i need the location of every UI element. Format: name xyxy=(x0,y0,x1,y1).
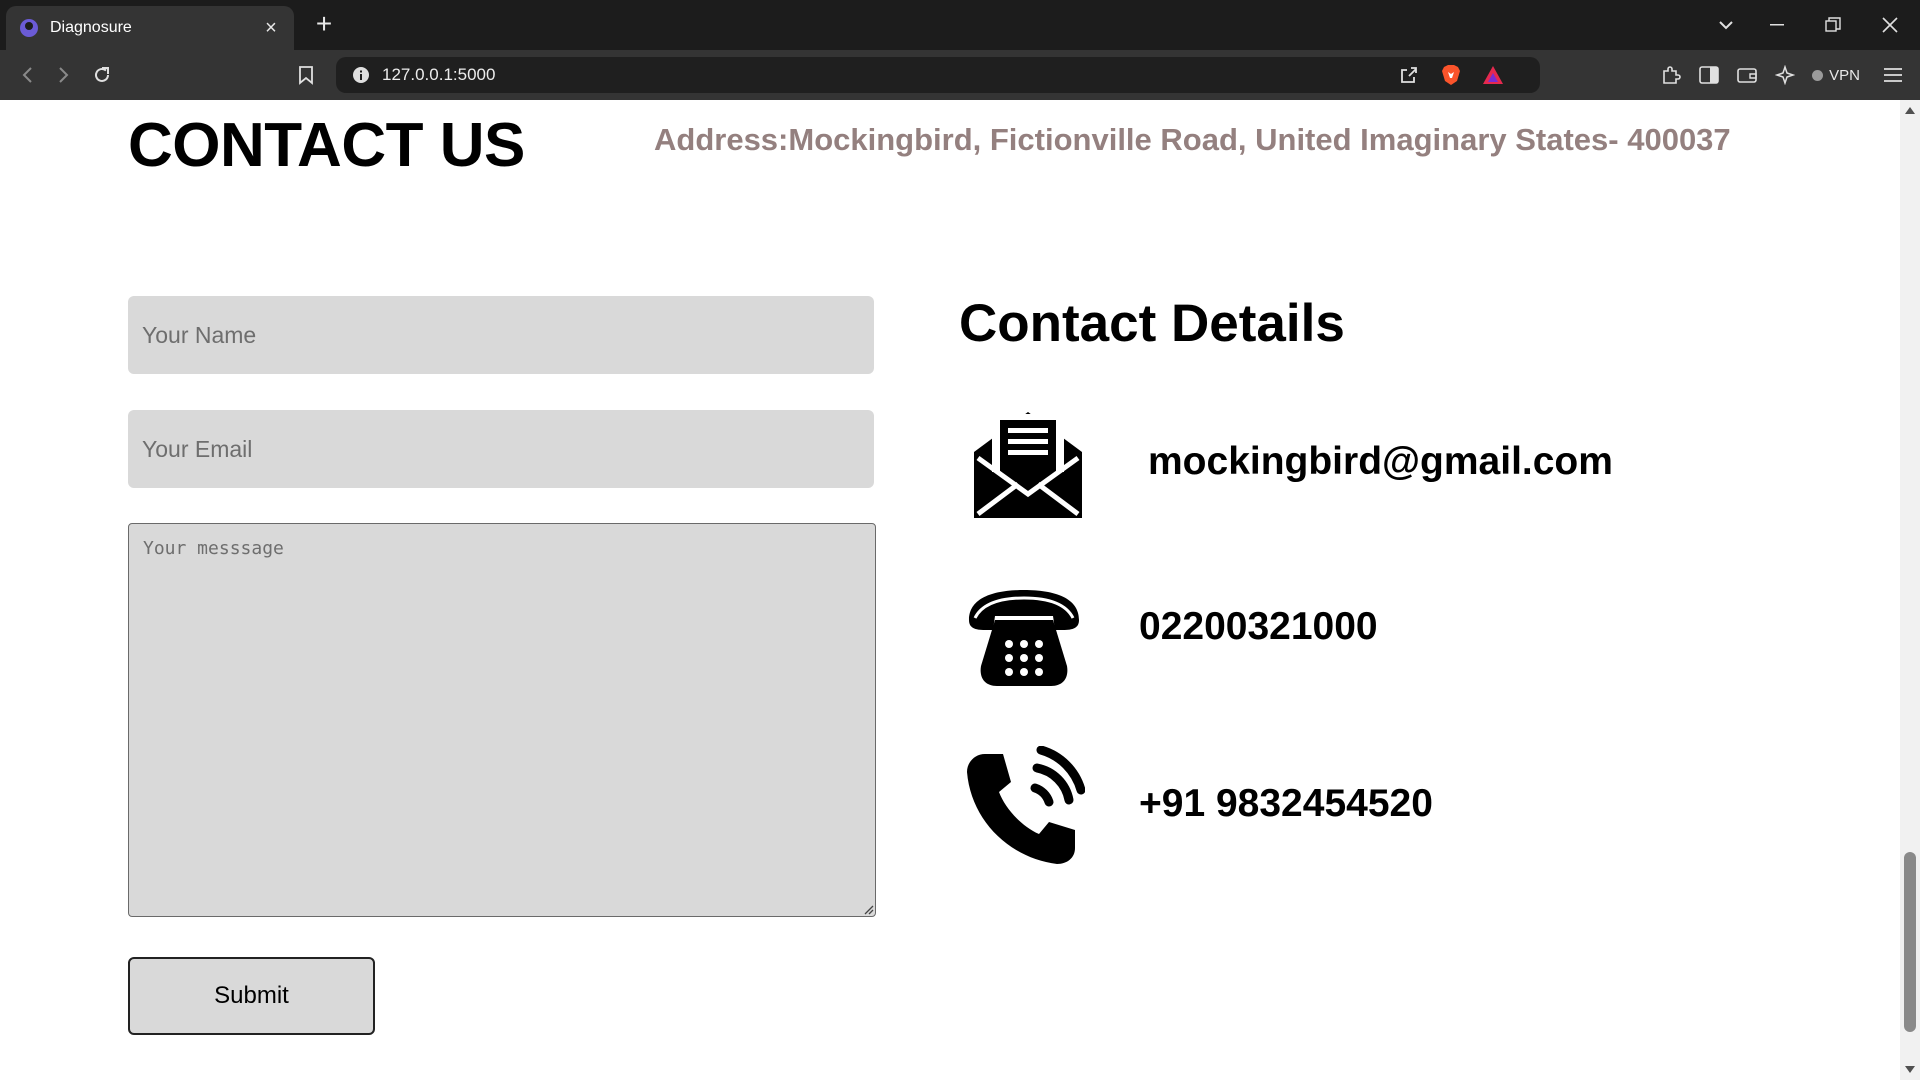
contact-landline: 02200321000 xyxy=(1139,605,1378,648)
resize-grip-icon[interactable] xyxy=(862,903,874,915)
address-text: Address:Mockingbird, Fictionville Road, … xyxy=(654,122,1731,157)
new-tab-button[interactable]: + xyxy=(310,8,338,40)
site-info-icon[interactable] xyxy=(346,60,376,90)
message-textarea[interactable] xyxy=(128,523,876,917)
page-title: CONTACT US xyxy=(128,111,525,180)
restore-window-icon[interactable] xyxy=(1805,0,1861,50)
contact-details-title: Contact Details xyxy=(959,294,1345,353)
menu-icon[interactable] xyxy=(1878,60,1908,90)
extensions-icon[interactable] xyxy=(1656,60,1686,90)
contact-mobile: +91 9832454520 xyxy=(1139,782,1433,825)
vpn-status-icon xyxy=(1812,69,1824,81)
brave-rewards-icon[interactable] xyxy=(1478,60,1508,90)
name-input[interactable] xyxy=(128,296,874,374)
vpn-button[interactable]: VPN xyxy=(1806,60,1866,90)
submit-button[interactable]: Submit xyxy=(128,957,375,1035)
browser-tab[interactable]: Diagnosure × xyxy=(6,6,294,50)
leo-ai-icon[interactable] xyxy=(1770,60,1800,90)
share-icon[interactable] xyxy=(1394,60,1424,90)
wallet-icon[interactable] xyxy=(1732,60,1762,90)
url-text: 127.0.0.1:5000 xyxy=(382,65,496,84)
site-favicon-icon xyxy=(20,19,38,37)
bookmark-icon[interactable] xyxy=(289,58,323,92)
minimize-window-icon[interactable] xyxy=(1749,0,1805,50)
email-input[interactable] xyxy=(128,410,874,488)
tab-close-icon[interactable]: × xyxy=(260,17,282,39)
tab-search-chevron-icon[interactable] xyxy=(1698,0,1754,50)
address-bar[interactable]: 127.0.0.1:5000 xyxy=(336,57,1540,93)
back-arrow-icon[interactable] xyxy=(10,58,44,92)
contact-email: mockingbird@gmail.com xyxy=(1148,440,1613,483)
page-viewport: CONTACT US Address:Mockingbird, Fictionv… xyxy=(0,100,1900,1080)
page-scrollbar[interactable] xyxy=(1900,100,1920,1080)
scroll-down-arrow-icon[interactable] xyxy=(1905,1066,1915,1073)
vpn-label: VPN xyxy=(1829,66,1860,84)
scrollbar-thumb[interactable] xyxy=(1904,852,1916,1032)
reload-icon[interactable] xyxy=(85,58,119,92)
close-window-icon[interactable] xyxy=(1862,0,1918,50)
browser-tab-bar: Diagnosure × + xyxy=(0,0,1920,50)
envelope-icon xyxy=(974,412,1082,518)
tab-title: Diagnosure xyxy=(50,19,132,36)
sidebar-icon[interactable] xyxy=(1694,60,1724,90)
forward-arrow-icon[interactable] xyxy=(47,58,81,92)
phone-call-icon xyxy=(967,746,1085,864)
telephone-icon xyxy=(969,590,1079,686)
scroll-up-arrow-icon[interactable] xyxy=(1905,107,1915,114)
brave-shields-icon[interactable] xyxy=(1436,60,1466,90)
